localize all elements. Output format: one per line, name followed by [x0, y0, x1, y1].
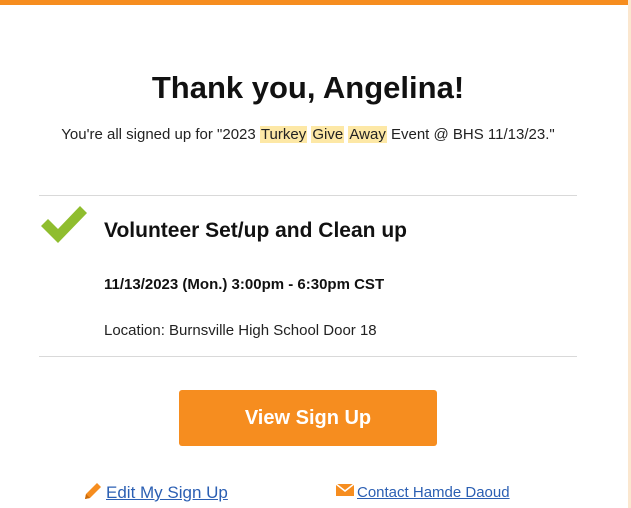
view-signup-button[interactable]: View Sign Up	[179, 390, 437, 446]
signup-confirmation-text: You're all signed up for "2023 Turkey Gi…	[0, 125, 616, 145]
slot-datetime: 11/13/2023 (Mon.) 3:00pm - 6:30pm CST	[104, 276, 385, 293]
subtitle-prefix: You're all signed up for "2023	[61, 126, 260, 143]
subtitle-suffix: Event @ BHS 11/13/23."	[386, 126, 555, 143]
page-title: Thank you, Angelina!	[151, 70, 465, 105]
envelope-icon	[335, 483, 355, 496]
edit-signup-link[interactable]: Edit My Sign Up	[83, 480, 228, 506]
highlighted-word: Turkey	[259, 126, 308, 143]
confirmation-page: Thank you, Angelina! You're all signed u…	[0, 0, 631, 508]
top-accent-bar	[0, 0, 628, 5]
divider-bottom	[39, 356, 577, 357]
contact-organizer-label: Contact Hamde Daoud	[357, 484, 510, 501]
edit-signup-label: Edit My Sign Up	[106, 483, 228, 502]
slot-title: Volunteer Set/up and Clean up	[104, 219, 407, 242]
pencil-icon	[85, 483, 101, 499]
contact-organizer-link[interactable]: Contact Hamde Daoud	[335, 481, 510, 505]
checkmark-icon	[41, 206, 87, 243]
highlighted-word: Give	[311, 126, 345, 143]
divider-top	[39, 195, 577, 196]
slot-location: Location: Burnsville High School Door 18	[104, 322, 377, 339]
highlighted-word: Away	[348, 126, 387, 143]
